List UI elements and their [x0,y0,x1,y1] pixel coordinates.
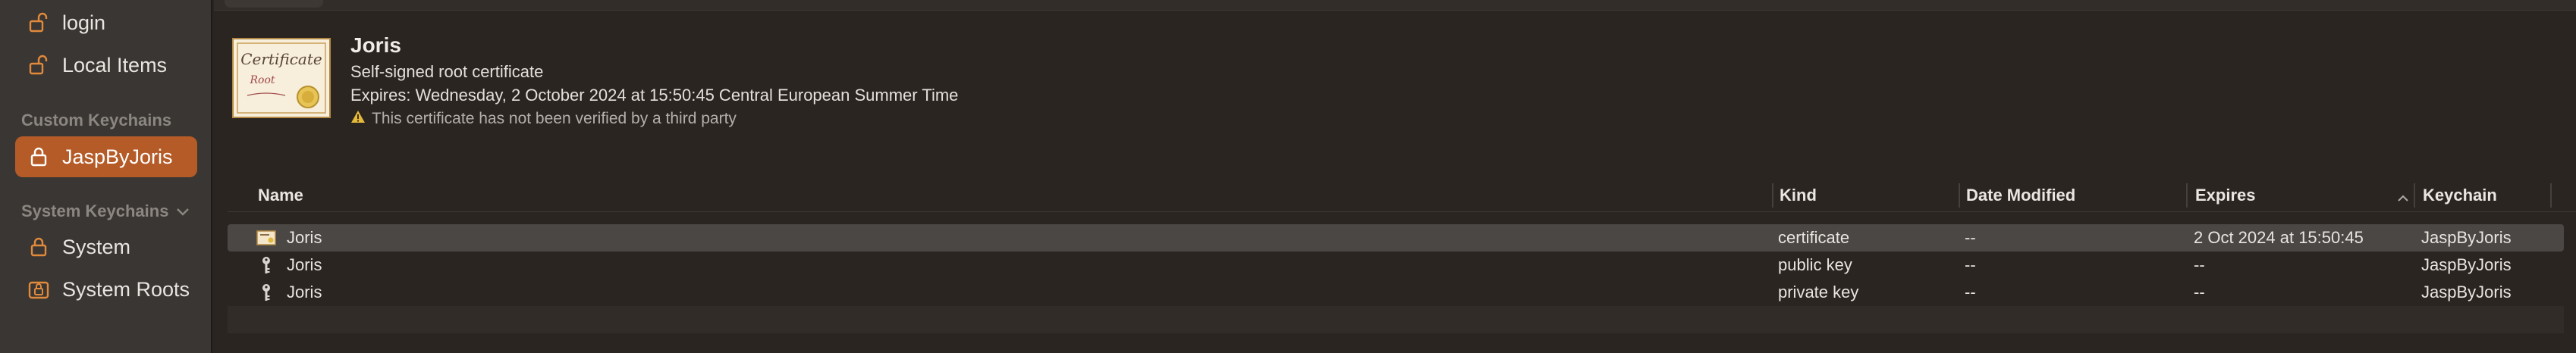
column-header-label: Expires [2195,186,2256,205]
lock-icon [27,236,50,258]
sidebar-item-label: System Roots [62,277,190,301]
cell-date-modified: -- [1965,255,1976,274]
column-header-date-modified[interactable]: Date Modified [1966,179,2075,212]
sidebar-item-system-roots[interactable]: System Roots [15,269,197,310]
table-row[interactable]: Joris certificate -- 2 Oct 2024 at 15:50… [228,224,2564,251]
chevron-down-icon [176,201,190,221]
certificate-subtitle: Self-signed root certificate [350,62,544,81]
sidebar-item-local-items[interactable]: Local Items [15,45,197,86]
sidebar: login Local Items Custom Keychains JaspB… [0,0,212,353]
certificate-expiry: Expires: Wednesday, 2 October 2024 at 15… [350,86,959,105]
key-icon [256,255,276,275]
warning-text: This certificate has not been verified b… [372,110,737,127]
cell-keychain: JaspByJoris [2421,228,2512,247]
sidebar-item-login[interactable]: login [15,2,197,43]
cell-kind: public key [1778,255,1852,274]
table-header: Name Kind Date Modified Expires Keychain [228,179,2576,212]
sidebar-item-label: Local Items [62,53,168,77]
toolbar [214,0,2576,11]
system-keychains-header[interactable]: System Keychains [21,201,190,221]
sidebar-item-jaspbyjoris[interactable]: JaspByJoris [15,136,197,177]
cell-keychain: JaspByJoris [2421,283,2512,301]
cell-name: Joris [287,255,322,274]
table-row[interactable]: Joris private key -- -- JaspByJoris [228,279,2564,306]
cell-expires: -- [2194,255,2205,274]
column-header-expires[interactable]: Expires [2195,179,2423,212]
sidebar-item-label: login [62,11,106,34]
table-row-empty [228,306,2564,333]
cell-keychain: JaspByJoris [2421,255,2512,274]
certificate-title: Joris [350,33,401,57]
main-panel: Certificate Root Joris Self-signed root … [214,0,2576,353]
column-header-keychain[interactable]: Keychain [2423,179,2497,212]
system-roots-icon [27,278,50,301]
cell-kind: private key [1778,283,1859,301]
section-label: System Keychains [21,201,169,220]
certificate-warning: This certificate has not been verified b… [350,110,737,128]
custom-keychains-header: Custom Keychains [21,111,171,130]
warning-icon [350,110,366,128]
certificate-icon-text: Certificate [240,50,322,68]
column-header-kind[interactable]: Kind [1780,179,1817,212]
cell-name: Joris [287,228,322,247]
sidebar-item-label: JaspByJoris [62,145,173,168]
certificate-icon [256,228,276,248]
key-icon [256,283,276,302]
table-row[interactable]: Joris public key -- -- JaspByJoris [228,251,2564,279]
column-header-name[interactable]: Name [258,179,303,212]
lock-icon [27,145,50,168]
chevron-up-icon [2397,188,2409,208]
cell-name: Joris [287,283,322,301]
section-label: Custom Keychains [21,111,172,130]
sidebar-item-label: System [62,235,131,258]
sidebar-item-system[interactable]: System [15,226,197,267]
certificate-large-icon: Certificate Root [232,38,331,118]
cell-expires: 2 Oct 2024 at 15:50:45 [2194,228,2364,247]
cell-date-modified: -- [1965,283,1976,301]
unlocked-lock-icon [27,54,50,77]
cell-kind: certificate [1778,228,1850,247]
toolbar-segment[interactable] [225,0,323,8]
cell-date-modified: -- [1965,228,1976,247]
cell-expires: -- [2194,283,2205,301]
certificate-icon-text: Root [249,74,275,86]
unlocked-lock-icon [27,11,50,34]
